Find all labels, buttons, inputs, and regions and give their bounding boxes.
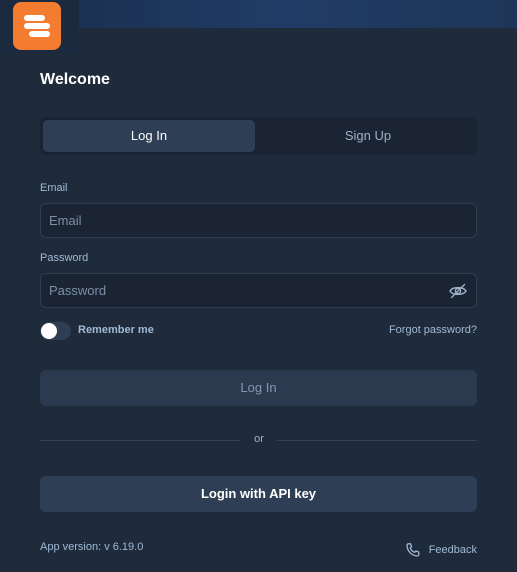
password-input[interactable] (40, 273, 477, 308)
email-input[interactable] (40, 203, 477, 238)
log-in-button[interactable]: Log In (40, 370, 477, 406)
divider-right (277, 440, 477, 441)
forgot-password-link[interactable]: Forgot password? (389, 324, 477, 336)
tab-log-in[interactable]: Log In (43, 120, 255, 152)
phone-icon (405, 542, 421, 558)
app-logo-icon[interactable] (13, 2, 61, 50)
remember-me-toggle[interactable] (40, 322, 71, 340)
page-title: Welcome (40, 71, 110, 88)
remember-me-label: Remember me (78, 324, 154, 336)
tab-sign-up[interactable]: Sign Up (262, 120, 474, 152)
auth-tabs: Log In Sign Up (40, 117, 477, 155)
login-with-api-key-button[interactable]: Login with API key (40, 476, 477, 512)
logo-tile (0, 0, 79, 53)
app-version: App version: v 6.19.0 (40, 541, 144, 553)
toggle-knob (41, 323, 57, 339)
password-label: Password (40, 252, 89, 264)
feedback-link[interactable]: Feedback (405, 541, 477, 559)
divider-left (40, 440, 240, 441)
feedback-label: Feedback (428, 544, 477, 556)
or-separator: or (254, 433, 264, 445)
email-label: Email (40, 182, 68, 194)
eye-off-icon[interactable] (448, 281, 468, 301)
